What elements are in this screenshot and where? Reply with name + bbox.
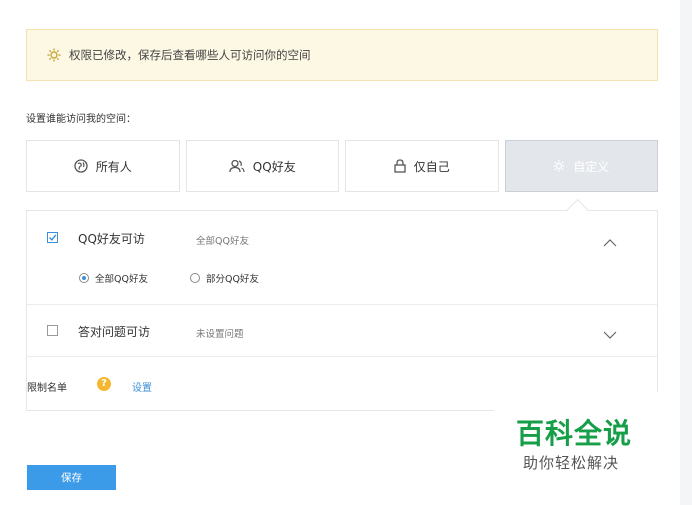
option-everyone-label: 所有人 <box>95 159 132 174</box>
option-only-me[interactable]: 仅自己 <box>345 140 499 192</box>
watermark-subtitle: 助你轻松解决 <box>523 454 620 472</box>
chevron-down-icon[interactable] <box>603 325 617 344</box>
friends-icon <box>229 159 245 173</box>
option-only-me-label: 仅自己 <box>413 159 450 174</box>
blocklist-settings-link[interactable]: 设置 <box>132 379 152 394</box>
globe-icon <box>74 159 88 173</box>
qq-friends-desc: 全部QQ好友 <box>196 236 249 247</box>
answer-question-row[interactable]: 答对问题可访 未设置问题 <box>27 305 657 357</box>
radio-unselected-dot[interactable] <box>189 273 200 283</box>
access-section-label: 设置谁能访问我的空间： <box>26 114 136 125</box>
watermark-title: 百科全说 <box>516 417 633 450</box>
radio-selected-dot[interactable] <box>79 273 89 283</box>
chevron-up-icon[interactable] <box>603 232 617 251</box>
scrollbar-track[interactable] <box>680 0 692 505</box>
answer-question-title: 答对问题可访 <box>78 325 151 339</box>
radio-all-qq-friends-label: 全部QQ好友 <box>95 274 148 285</box>
custom-settings-panel: QQ好友可访 全部QQ好友 全部QQ好友 部分QQ好友 答对问题可访 未设置问题… <box>26 210 658 411</box>
qq-friends-title: QQ好友可访 <box>78 232 145 246</box>
option-qq-friends-label: QQ好友 <box>252 159 296 174</box>
option-qq-friends[interactable]: QQ好友 <box>185 140 339 192</box>
radio-all-qq-friends[interactable]: 全部QQ好友 <box>79 271 148 285</box>
radio-some-qq-friends-label: 部分QQ好友 <box>205 274 259 285</box>
answer-question-desc: 未设置问题 <box>196 329 244 340</box>
option-everyone[interactable]: 所有人 <box>26 140 180 192</box>
gear-icon <box>553 160 565 172</box>
qq-friends-row[interactable]: QQ好友可访 全部QQ好友 全部QQ好友 部分QQ好友 <box>27 211 657 305</box>
blocklist-label: 限制名单 <box>27 383 67 394</box>
save-button[interactable]: 保存 <box>27 465 116 490</box>
notice-text: 权限已修改，保存后查看哪些人可访问你的空间 <box>69 48 311 62</box>
lock-icon <box>394 159 406 173</box>
answer-question-checkbox[interactable] <box>47 325 58 336</box>
help-icon[interactable]: ? <box>97 377 111 391</box>
gear-icon <box>47 48 61 62</box>
permission-notice-bar: 权限已修改，保存后查看哪些人可访问你的空间 <box>26 29 658 81</box>
radio-some-qq-friends[interactable]: 部分QQ好友 <box>189 271 259 285</box>
access-options: 所有人 QQ好友 仅自己 自定义 <box>26 140 658 192</box>
option-custom[interactable]: 自定义 <box>504 140 658 192</box>
option-custom-label: 自定义 <box>573 159 610 174</box>
qq-friends-radio-group: 全部QQ好友 部分QQ好友 <box>79 271 301 285</box>
qq-friends-checkbox[interactable] <box>47 232 58 243</box>
